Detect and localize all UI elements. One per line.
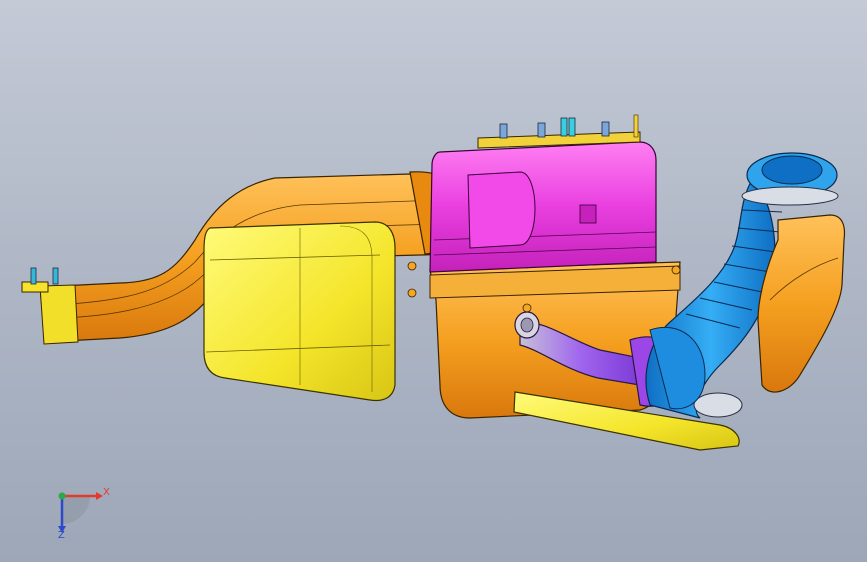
z-axis-label: Z	[58, 530, 65, 541]
cad-viewport[interactable]: X Z	[0, 0, 867, 562]
triad-plane-shading	[62, 496, 90, 524]
y-axis-dot	[58, 492, 66, 500]
x-axis-arrowhead	[96, 492, 103, 500]
resonator-box[interactable]	[203, 221, 396, 402]
x-axis-label: X	[103, 487, 110, 498]
intake-assembly-model[interactable]	[0, 0, 867, 562]
air-filter-cover[interactable]	[429, 114, 657, 273]
